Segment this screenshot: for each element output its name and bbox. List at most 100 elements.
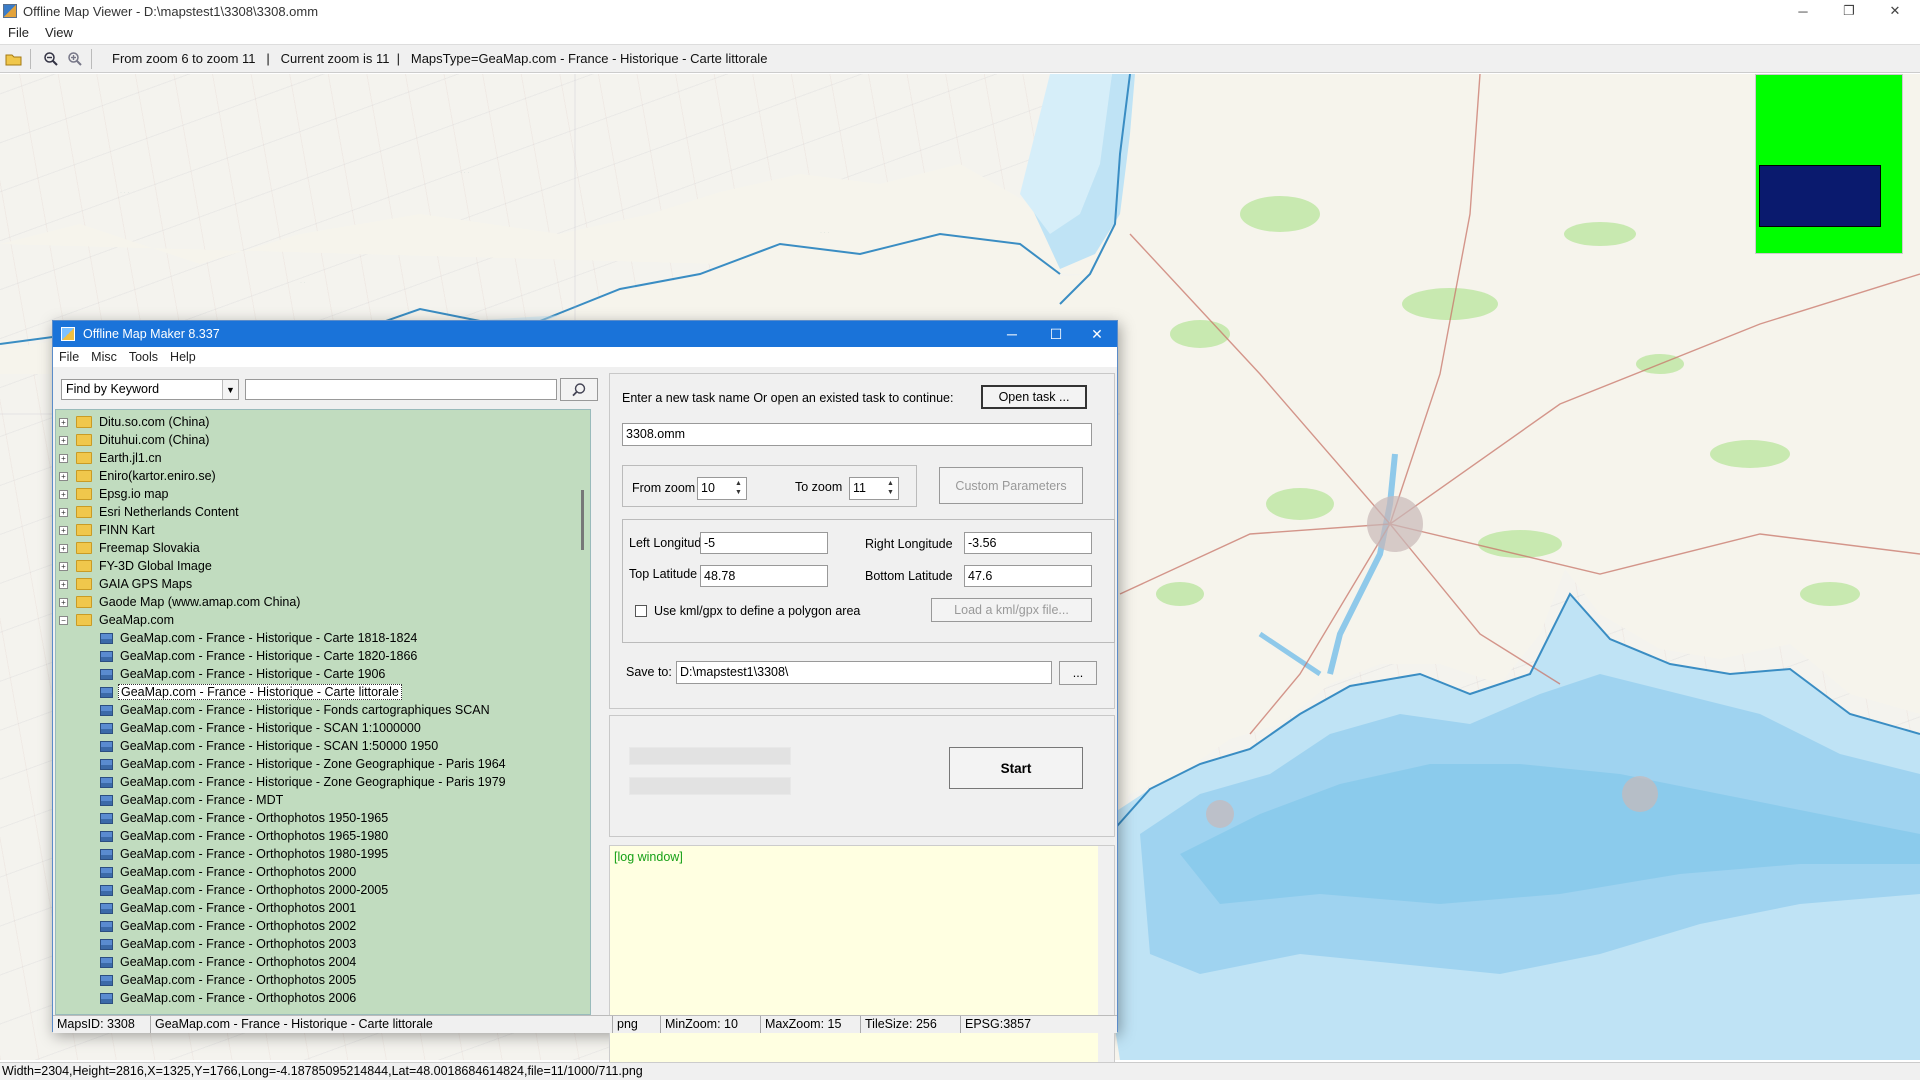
tree-leaf[interactable]: GeaMap.com - France - Orthophotos 1965-1… [56,827,576,845]
expand-icon[interactable]: + [59,471,68,481]
close-button[interactable]: ✕ [1872,0,1918,22]
chevron-down-icon[interactable]: ▼ [222,380,238,399]
maximize-button[interactable]: ❐ [1826,0,1872,22]
expand-icon[interactable]: + [59,525,68,535]
tree-folder[interactable]: + Epsg.io map [56,485,576,503]
right-longitude-input[interactable]: -3.56 [964,532,1092,554]
tree-item-label: GeaMap.com - France - Historique - Carte… [120,631,418,645]
save-to-input[interactable]: D:\mapstest1\3308\ [676,661,1052,684]
to-zoom-input[interactable]: 11 ▲ ▼ [849,477,899,500]
tree-leaf[interactable]: GeaMap.com - France - Orthophotos 1950-1… [56,809,576,827]
tree-folder[interactable]: + Earth.jl1.cn [56,449,576,467]
tree-scrollbar[interactable] [574,410,590,1014]
minimap-viewport[interactable] [1759,165,1881,227]
tree-item-label: GeaMap.com [99,613,175,627]
search-mode-value: Find by Keyword [66,382,160,396]
tree-leaf[interactable]: GeaMap.com - France - Orthophotos 2001 [56,899,576,917]
folder-open-icon[interactable] [4,49,24,69]
menu-view[interactable]: View [37,25,81,40]
tree-leaf[interactable]: GeaMap.com - France - Historique - Carte… [56,665,576,683]
status-epsg: EPSG:3857 [965,1017,1032,1031]
tree-leaf[interactable]: GeaMap.com - France - Orthophotos 2005 [56,971,576,989]
search-input[interactable] [245,379,557,400]
tree-folder[interactable]: + GAIA GPS Maps [56,575,576,593]
minimap[interactable] [1755,74,1903,254]
expand-icon[interactable]: + [59,543,68,553]
tree-leaf[interactable]: GeaMap.com - France - Historique - Carte… [56,647,576,665]
zoom-in-icon[interactable] [65,49,85,69]
to-zoom-stepper[interactable]: ▲ ▼ [884,479,897,498]
tree-leaf[interactable]: GeaMap.com - France - Orthophotos 2002 [56,917,576,935]
collapse-icon[interactable]: − [59,615,68,625]
minimize-button[interactable]: ─ [1780,0,1826,22]
tree-leaf[interactable]: GeaMap.com - France - Historique - SCAN … [56,737,576,755]
tree-folder[interactable]: + Gaode Map (www.amap.com China) [56,593,576,611]
from-zoom-input[interactable]: 10 ▲ ▼ [697,477,747,500]
tree-scrollbar-thumb[interactable] [581,490,584,550]
left-longitude-label: Left Longitude [629,536,709,550]
map-icon [100,992,113,1004]
tree-folder[interactable]: + Esri Netherlands Content [56,503,576,521]
tree-leaf[interactable]: GeaMap.com - France - Orthophotos 2004 [56,953,576,971]
dialog-menu-help[interactable]: Help [164,350,202,364]
tree-leaf[interactable]: GeaMap.com - France - Historique - Carte… [56,629,576,647]
from-zoom-stepper[interactable]: ▲ ▼ [732,479,745,498]
dialog-menu-misc[interactable]: Misc [85,350,123,364]
tree-leaf[interactable]: GeaMap.com - France - Orthophotos 2000-2… [56,881,576,899]
kml-checkbox[interactable] [635,605,647,617]
folder-icon [76,524,92,536]
tree-leaf[interactable]: GeaMap.com - France - Orthophotos 1980-1… [56,845,576,863]
tree-item-label: GeaMap.com - France - Orthophotos 2004 [120,955,357,969]
expand-icon[interactable]: + [59,435,68,445]
dialog-close-button[interactable]: ✕ [1075,321,1119,347]
dialog-menu-tools[interactable]: Tools [123,350,164,364]
dialog-menu-file[interactable]: File [53,350,85,364]
tree-folder[interactable]: + Eniro(kartor.eniro.se) [56,467,576,485]
status-bar: Width=2304,Height=2816,X=1325,Y=1766,Lon… [0,1062,1920,1080]
expand-icon[interactable]: + [59,489,68,499]
task-name-input[interactable]: 3308.omm [622,423,1092,446]
tree-leaf[interactable]: GeaMap.com - France - Historique - Zone … [56,773,576,791]
dialog-maximize-button[interactable]: ☐ [1034,321,1078,347]
zoom-info-text: From zoom 6 to zoom 11 | Current zoom is… [112,51,768,66]
left-longitude-input[interactable]: -5 [700,532,828,554]
tree-leaf[interactable]: GeaMap.com - France - Orthophotos 2003 [56,935,576,953]
start-button[interactable]: Start [949,747,1083,789]
tree-folder[interactable]: + FY-3D Global Image [56,557,576,575]
search-mode-select[interactable]: Find by Keyword ▼ [61,379,239,400]
tree-folder[interactable]: + Ditu.so.com (China) [56,413,576,431]
expand-icon[interactable]: + [59,561,68,571]
zoom-out-icon[interactable] [41,49,61,69]
load-kml-button[interactable]: Load a kml/gpx file... [931,598,1092,622]
map-source-tree[interactable]: + Ditu.so.com (China) + Dituhui.com (China)… [55,409,591,1015]
tree-folder[interactable]: + Freemap Slovakia [56,539,576,557]
expand-icon[interactable]: + [59,453,68,463]
app-icon [3,4,17,18]
tree-leaf[interactable]: GeaMap.com - France - Historique - Carte… [56,683,576,701]
folder-icon [76,470,92,482]
folder-icon [76,434,92,446]
tree-folder[interactable]: + Dituhui.com (China) [56,431,576,449]
tree-leaf[interactable]: GeaMap.com - France - Historique - SCAN … [56,719,576,737]
expand-icon[interactable]: + [59,507,68,517]
tree-item-label: GeaMap.com - France - Orthophotos 2005 [120,973,357,987]
tree-leaf[interactable]: GeaMap.com - France - Orthophotos 2000 [56,863,576,881]
open-task-button[interactable]: Open task ... [981,385,1087,409]
tree-leaf[interactable]: GeaMap.com - France - Historique - Zone … [56,755,576,773]
tree-folder[interactable]: − GeaMap.com [56,611,576,629]
expand-icon[interactable]: + [59,597,68,607]
tree-leaf[interactable]: GeaMap.com - France - MDT [56,791,576,809]
bottom-latitude-input[interactable]: 47.6 [964,565,1092,587]
dialog-minimize-button[interactable]: ─ [990,321,1034,347]
search-button[interactable] [560,378,598,401]
tree-leaf[interactable]: GeaMap.com - France - Historique - Fonds… [56,701,576,719]
menu-file[interactable]: File [0,25,37,40]
tree-folder[interactable]: + FINN Kart [56,521,576,539]
top-latitude-input[interactable]: 48.78 [700,565,828,587]
browse-button[interactable]: ... [1059,661,1097,685]
custom-parameters-button[interactable]: Custom Parameters [939,467,1083,504]
expand-icon[interactable]: + [59,417,68,427]
expand-icon[interactable]: + [59,579,68,589]
tree-leaf[interactable]: GeaMap.com - France - Orthophotos 2006 [56,989,576,1007]
tree-item-label: Epsg.io map [99,487,169,501]
